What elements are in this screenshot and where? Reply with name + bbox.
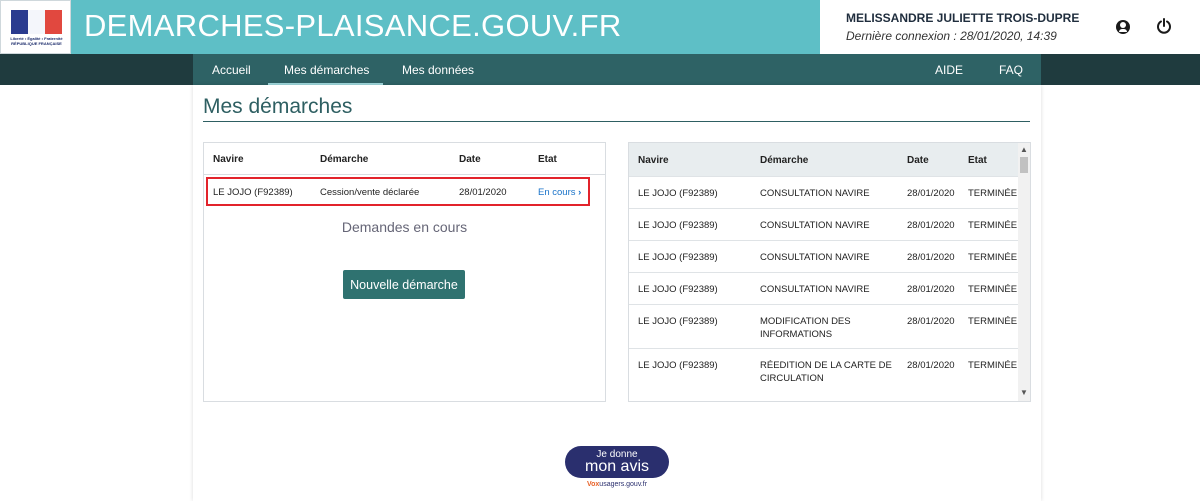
user-icon[interactable] [1116,20,1130,34]
column-header-date[interactable]: Date [907,155,929,166]
column-header-etat[interactable]: Etat [538,154,557,165]
table-row[interactable]: LE JOJO (F92389) Cession/vente déclarée … [206,177,590,206]
scroll-thumb[interactable] [1020,157,1028,173]
table-row[interactable]: LE JOJO (F92389) MODIFICATION DES INFORM… [629,304,1018,348]
navbar: Accueil Mes démarches Mes données AIDE F… [0,54,1200,85]
cell-date: 28/01/2020 [907,316,955,327]
logo-text: Liberté • Égalité • Fraternité RÉPUBLIQU… [10,36,63,46]
column-header-demarche[interactable]: Démarche [320,154,368,165]
title-divider [203,121,1030,122]
cell-navire: LE JOJO (F92389) [638,316,718,327]
cell-demarche: CONSULTATION NAVIRE [760,252,870,263]
republique-francaise-logo[interactable]: Liberté • Égalité • Fraternité RÉPUBLIQU… [0,0,71,54]
nav-item-mes-demarches[interactable]: Mes démarches [284,63,369,77]
cell-demarche: RÉEDITION DE LA CARTE DE [760,360,892,371]
site-title[interactable]: DEMARCHES-PLAISANCE.GOUV.FR [84,8,622,44]
nav-item-mes-donnees[interactable]: Mes données [402,63,474,77]
voxusagers-brand: Vox [586,481,600,488]
column-header-demarche[interactable]: Démarche [760,155,808,166]
nav-inner: Accueil Mes démarches Mes données AIDE F… [193,54,1041,85]
table-row[interactable]: LE JOJO (F92389) CONSULTATION NAVIRE 28/… [629,208,1018,240]
column-header-etat[interactable]: Etat [968,155,987,166]
cell-demarche: CONSULTATION NAVIRE [760,188,870,199]
power-icon[interactable] [1156,18,1172,34]
new-demarche-button[interactable]: Nouvelle démarche [343,270,465,299]
cell-demarche-line2: INFORMATIONS [760,329,833,340]
history-panel: Navire Démarche Date Etat LE JOJO (F9238… [628,142,1031,402]
cell-demarche: CONSULTATION NAVIRE [760,284,870,295]
cell-etat: TERMINÉE [968,220,1018,231]
column-header-date[interactable]: Date [459,154,481,165]
main-content: Mes démarches Navire Démarche Date Etat … [193,85,1041,501]
nav-item-accueil[interactable]: Accueil [212,63,251,77]
user-box: MELISSANDRE JULIETTE TROIS-DUPRE Dernièr… [820,0,1200,54]
cell-date: 28/01/2020 [907,220,955,231]
cell-demarche: MODIFICATION DES [760,316,851,327]
chevron-right-icon: › [578,187,582,198]
cell-navire: LE JOJO (F92389) [638,252,718,263]
cell-date: 28/01/2020 [907,284,955,295]
page-title: Mes démarches [203,95,353,118]
status-link[interactable]: En cours › [538,187,581,198]
scroll-down-icon[interactable]: ▼ [1020,389,1028,397]
history-scrollbar[interactable]: ▲ ▼ [1018,143,1030,401]
voxusagers-domain: usagers.gouv.fr [599,481,648,488]
cell-date: 28/01/2020 [907,188,955,199]
cell-etat: TERMINÉE [968,316,1018,327]
cell-etat: TERMINÉE [968,188,1018,199]
cell-date: 28/01/2020 [907,360,955,371]
current-demarches-panel: Navire Démarche Date Etat LE JOJO (F9238… [203,142,606,402]
cell-date: 28/01/2020 [459,187,507,198]
user-name: MELISSANDRE JULIETTE TROIS-DUPRE [846,11,1080,25]
cell-etat: TERMINÉE [968,252,1018,263]
column-header-navire[interactable]: Navire [638,155,669,166]
pending-label: Demandes en cours [341,219,468,235]
cell-etat: TERMINÉE [968,284,1018,295]
table-row[interactable]: LE JOJO (F92389) CONSULTATION NAVIRE 28/… [629,176,1018,208]
cell-navire: LE JOJO (F92389) [213,187,293,198]
cell-demarche-line2: CIRCULATION [760,373,824,384]
site-header: Liberté • Égalité • Fraternité RÉPUBLIQU… [0,0,1200,54]
column-header-navire[interactable]: Navire [213,154,244,165]
nav-item-faq[interactable]: FAQ [999,63,1023,77]
cell-date: 28/01/2020 [907,252,955,263]
table-row[interactable]: LE JOJO (F92389) CONSULTATION NAVIRE 28/… [629,240,1018,272]
cell-demarche: Cession/vente déclarée [320,187,420,198]
history-table-header: Navire Démarche Date Etat [629,143,1018,176]
nav-item-aide[interactable]: AIDE [935,63,963,77]
cell-navire: LE JOJO (F92389) [638,220,718,231]
cell-demarche: CONSULTATION NAVIRE [760,220,870,231]
voxusagers-link[interactable]: Voxusagers.gouv.fr [565,481,669,488]
scroll-up-icon[interactable]: ▲ [1020,146,1028,154]
header-divider [204,174,605,175]
cell-navire: LE JOJO (F92389) [638,188,718,199]
cell-navire: LE JOJO (F92389) [638,360,718,371]
cell-etat: TERMINÉE [968,360,1018,371]
table-row[interactable]: LE JOJO (F92389) CONSULTATION NAVIRE 28/… [629,272,1018,304]
table-row[interactable]: LE JOJO (F92389) RÉEDITION DE LA CARTE D… [629,348,1018,401]
marianne-flag-icon [11,10,62,34]
cell-navire: LE JOJO (F92389) [638,284,718,295]
feedback-button[interactable]: Je donne mon avis [565,446,669,478]
feedback-line2: mon avis [584,458,650,475]
status-link-label[interactable]: En cours [538,187,576,198]
last-login: Dernière connexion : 28/01/2020, 14:39 [846,29,1057,43]
